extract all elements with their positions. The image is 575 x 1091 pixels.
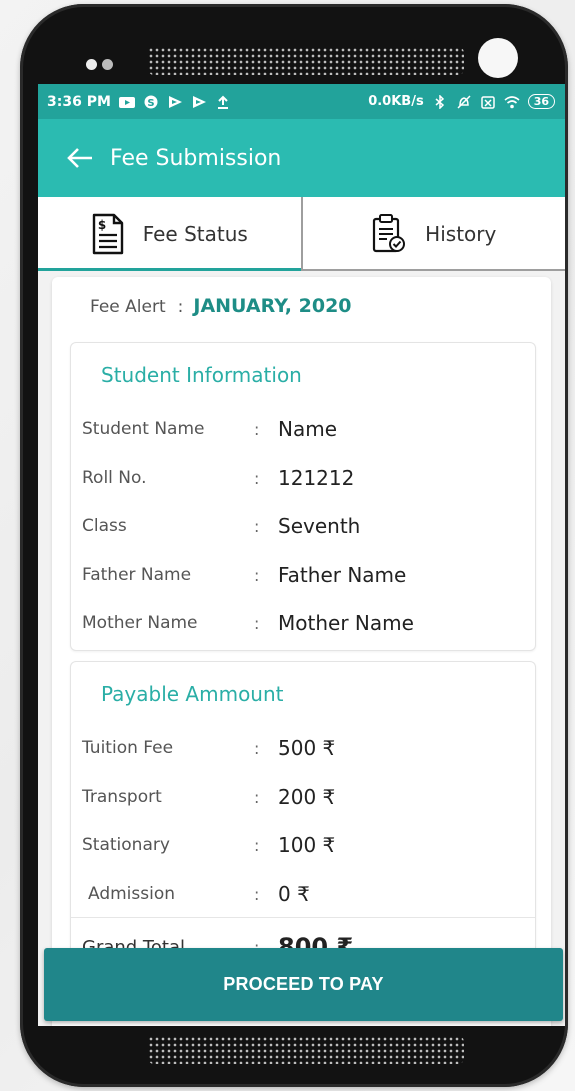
row-colon: :: [254, 884, 260, 904]
fee-row: Stationary : 100 ₹: [82, 830, 335, 860]
info-row: Mother Name : Mother Name: [82, 608, 414, 638]
receipt-icon: $: [92, 213, 123, 255]
row-label: Class: [82, 516, 127, 536]
row-colon: :: [254, 787, 260, 807]
youtube-icon: [118, 96, 135, 108]
battery-indicator: 36: [527, 94, 555, 109]
tab-history[interactable]: History: [302, 197, 566, 271]
payable-amount-section: Payable Ammount Tuition Fee : 500 ₹ Tran…: [70, 661, 536, 981]
status-time: 3:36 PM: [47, 93, 111, 110]
svg-text:$: $: [98, 218, 106, 232]
wifi-icon: [504, 95, 520, 108]
row-value: Name: [278, 417, 338, 441]
front-camera: [478, 38, 518, 78]
sensor-dot: [86, 59, 97, 70]
app-screen: 3:36 PM S 0.0KB/s 36 Fee Submission $ Fe…: [38, 84, 565, 1026]
play-icon: [192, 95, 206, 108]
fee-alert: Fee Alert : JANUARY, 2020: [90, 295, 352, 317]
fee-row: Admission : 0 ₹: [82, 879, 310, 909]
row-value: Seventh: [278, 514, 361, 538]
row-colon: :: [254, 516, 260, 536]
row-value: 0 ₹: [278, 882, 310, 906]
row-value: Father Name: [278, 563, 407, 587]
info-row: Roll No. : 121212: [82, 463, 354, 493]
row-colon: :: [254, 613, 260, 633]
fee-row: Transport : 200 ₹: [82, 782, 335, 812]
row-label: Student Name: [82, 419, 205, 439]
row-label: Tuition Fee: [82, 738, 174, 758]
row-label: Transport: [82, 787, 162, 807]
section-title: Payable Ammount: [101, 682, 284, 706]
svg-text:S: S: [147, 98, 154, 109]
mute-icon: [457, 94, 471, 109]
row-value: 121212: [278, 466, 355, 490]
row-value: 200 ₹: [278, 785, 336, 809]
arrow-left-icon: [67, 148, 92, 168]
status-bar: 3:36 PM S 0.0KB/s 36: [38, 84, 565, 119]
bluetooth-icon: [435, 94, 444, 109]
proceed-to-pay-button[interactable]: PROCEED TO PAY: [44, 948, 563, 1021]
total-divider: [71, 917, 535, 918]
fee-details-card: Fee Alert : JANUARY, 2020 Student Inform…: [52, 277, 551, 1026]
row-colon: :: [254, 419, 260, 439]
speaker-grill: [148, 1036, 464, 1064]
row-label: Father Name: [82, 565, 192, 585]
play-icon: [168, 95, 182, 108]
network-speed: 0.0KB/s: [368, 94, 424, 109]
row-label: Stationary: [82, 835, 170, 855]
row-label: Roll No.: [82, 468, 147, 488]
fee-row: Tuition Fee : 500 ₹: [82, 733, 335, 763]
row-colon: :: [254, 738, 260, 758]
back-button[interactable]: [52, 130, 108, 186]
row-value: 500 ₹: [278, 736, 336, 760]
sim-icon: [480, 95, 495, 109]
info-row: Student Name : Name: [82, 414, 337, 444]
fee-alert-colon: :: [177, 297, 184, 317]
student-information-section: Student Information Student Name : Name …: [70, 342, 536, 651]
row-colon: :: [254, 468, 260, 488]
row-colon: :: [254, 565, 260, 585]
row-label: Mother Name: [82, 613, 198, 633]
row-label: Admission: [88, 884, 176, 904]
clipboard-check-icon: [373, 214, 406, 253]
row-value: Mother Name: [278, 611, 414, 635]
tab-fee-status[interactable]: $ Fee Status: [38, 197, 301, 271]
app-bar: Fee Submission: [38, 119, 565, 197]
fee-alert-label: Fee Alert: [90, 297, 166, 317]
earpiece-grill: [148, 47, 464, 75]
row-colon: :: [254, 835, 260, 855]
section-title: Student Information: [101, 363, 302, 387]
tab-label: Fee Status: [142, 222, 248, 246]
upload-icon: [217, 95, 228, 109]
sensor-dot: [102, 59, 113, 70]
tab-bar: $ Fee Status History: [38, 197, 565, 271]
fee-alert-month: JANUARY, 2020: [193, 295, 352, 317]
tab-label: History: [425, 222, 497, 246]
info-row: Father Name : Father Name: [82, 560, 406, 590]
info-row: Class : Seventh: [82, 511, 360, 541]
skype-icon: S: [144, 95, 158, 109]
row-value: 100 ₹: [278, 833, 336, 857]
page-title: Fee Submission: [110, 145, 282, 171]
